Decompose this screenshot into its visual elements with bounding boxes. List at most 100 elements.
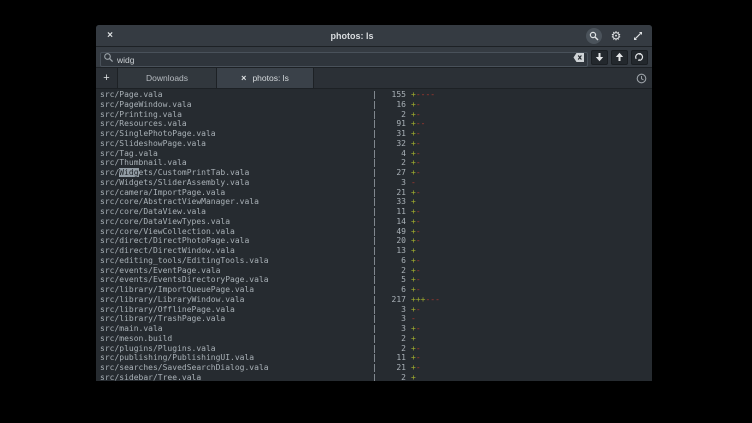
diffstat-count: 91 — [380, 119, 406, 129]
diffstat-separator: | — [372, 324, 380, 334]
diffstat-row: src/direct/DirectPhotoPage.vala|20+- — [100, 236, 652, 246]
diffstat-filename: src/editing_tools/EditingTools.vala — [100, 256, 372, 266]
diffstat-count: 3 — [380, 305, 406, 315]
tab-bar: + Downloads × photos: ls — [96, 68, 652, 89]
backspace-icon — [573, 52, 585, 63]
search-input[interactable] — [100, 52, 588, 67]
diffstat-row: src/PageWindow.vala|16+- — [100, 100, 652, 110]
diffstat-marks: +- — [406, 217, 421, 227]
diffstat-marks: +- — [406, 149, 421, 159]
wrap-around-icon — [634, 52, 645, 62]
diffstat-separator: | — [372, 363, 380, 373]
diffstat-separator: | — [372, 344, 380, 354]
diffstat-count: 3 — [380, 178, 406, 188]
diffstat-count: 4 — [380, 149, 406, 159]
diffstat-filename: src/Page.vala — [100, 90, 372, 100]
minus-marks: - — [411, 314, 416, 323]
diffstat-row: src/library/OfflinePage.vala|3+- — [100, 305, 652, 315]
clock-icon — [636, 73, 647, 84]
arrow-down-icon — [595, 52, 604, 62]
diffstat-marks: - — [406, 178, 416, 188]
diffstat-filename: src/library/OfflinePage.vala — [100, 305, 372, 315]
diffstat-row: src/Thumbnail.vala|2+- — [100, 158, 652, 168]
minus-marks: - — [416, 275, 421, 284]
diffstat-marks: +-- — [406, 119, 425, 129]
find-previous-button[interactable] — [611, 50, 628, 65]
diffstat-row: src/Resources.vala|91+-- — [100, 119, 652, 129]
diffstat-marks: +- — [406, 324, 421, 334]
diffstat-count: 16 — [380, 100, 406, 110]
window-title: photos: ls — [118, 31, 586, 41]
diffstat-filename: src/direct/DirectPhotoPage.vala — [100, 236, 372, 246]
diffstat-marks: +- — [406, 285, 421, 295]
diffstat-count: 33 — [380, 197, 406, 207]
diffstat-separator: | — [372, 305, 380, 315]
diffstat-marks: +- — [406, 266, 421, 276]
settings-button[interactable]: ⚙ — [608, 28, 624, 44]
minus-marks: - — [416, 158, 421, 167]
diffstat-row: src/library/LibraryWindow.vala|217+++--- — [100, 295, 652, 305]
diffstat-filename: src/Printing.vala — [100, 110, 372, 120]
diffstat-separator: | — [372, 90, 380, 100]
minus-marks: -- — [416, 119, 426, 128]
tab-photos-ls[interactable]: × photos: ls — [217, 68, 314, 88]
diffstat-count: 20 — [380, 236, 406, 246]
diffstat-separator: | — [372, 129, 380, 139]
minus-marks: - — [416, 149, 421, 158]
diffstat-count: 49 — [380, 227, 406, 237]
diffstat-row: src/SinglePhotoPage.vala|31+- — [100, 129, 652, 139]
window-close-button[interactable]: × — [102, 28, 118, 44]
clear-search-button[interactable] — [573, 52, 585, 63]
expand-icon — [633, 31, 643, 41]
diffstat-filename: src/SinglePhotoPage.vala — [100, 129, 372, 139]
history-button[interactable] — [630, 68, 652, 88]
diffstat-row: src/events/EventPage.vala|2+- — [100, 266, 652, 276]
diffstat-separator: | — [372, 275, 380, 285]
diffstat-row: src/sidebar/Tree.vala|2+ — [100, 373, 652, 381]
close-tab-button[interactable]: × — [241, 73, 246, 83]
diffstat-row: src/library/TrashPage.vala|3- — [100, 314, 652, 324]
search-toggle-button[interactable] — [586, 28, 602, 44]
diffstat-row: src/events/EventsDirectoryPage.vala|5+- — [100, 275, 652, 285]
diffstat-filename: src/PageWindow.vala — [100, 100, 372, 110]
find-next-button[interactable] — [591, 50, 608, 65]
new-tab-button[interactable]: + — [96, 68, 118, 88]
diffstat-marks: +- — [406, 353, 421, 363]
search-match-highlight: Widg — [119, 168, 138, 177]
diffstat-filename: src/Resources.vala — [100, 119, 372, 129]
diffstat-marks: +- — [406, 129, 421, 139]
terminal-window: × photos: ls ⚙ — [96, 25, 652, 381]
fullscreen-button[interactable] — [630, 28, 646, 44]
minus-marks: - — [416, 305, 421, 314]
diffstat-filename: src/Thumbnail.vala — [100, 158, 372, 168]
plus-marks: +++ — [411, 295, 425, 304]
wrap-search-button[interactable] — [631, 50, 648, 65]
diffstat-separator: | — [372, 314, 380, 324]
diffstat-filename: src/library/ImportQueuePage.vala — [100, 285, 372, 295]
diffstat-row: src/core/AbstractViewManager.vala|33+ — [100, 197, 652, 207]
diffstat-separator: | — [372, 178, 380, 188]
diffstat-row: src/main.vala|3+- — [100, 324, 652, 334]
diffstat-filename: src/direct/DirectWindow.vala — [100, 246, 372, 256]
diffstat-filename: src/events/EventPage.vala — [100, 266, 372, 276]
diffstat-separator: | — [372, 217, 380, 227]
minus-marks: - — [416, 168, 421, 177]
diffstat-row: src/Tag.vala|4+- — [100, 149, 652, 159]
diffstat-count: 27 — [380, 168, 406, 178]
diffstat-filename: src/searches/SavedSearchDialog.vala — [100, 363, 372, 373]
terminal-output[interactable]: src/Page.vala|155+----src/PageWindow.val… — [96, 89, 652, 381]
diffstat-separator: | — [372, 119, 380, 129]
tab-label: Downloads — [146, 73, 188, 83]
tab-downloads[interactable]: Downloads — [118, 68, 217, 88]
diffstat-row: src/editing_tools/EditingTools.vala|6+- — [100, 256, 652, 266]
plus-marks: + — [411, 334, 416, 343]
diffstat-row: src/Widgets/CustomPrintTab.vala|27+- — [100, 168, 652, 178]
diffstat-filename: src/core/ViewCollection.vala — [100, 227, 372, 237]
diffstat-filename: src/library/LibraryWindow.vala — [100, 295, 372, 305]
diffstat-separator: | — [372, 188, 380, 198]
diffstat-row: src/core/DataViewTypes.vala|14+- — [100, 217, 652, 227]
diffstat-row: src/core/DataView.vala|11+- — [100, 207, 652, 217]
diffstat-separator: | — [372, 256, 380, 266]
diffstat-marks: +- — [406, 188, 421, 198]
diffstat-separator: | — [372, 100, 380, 110]
